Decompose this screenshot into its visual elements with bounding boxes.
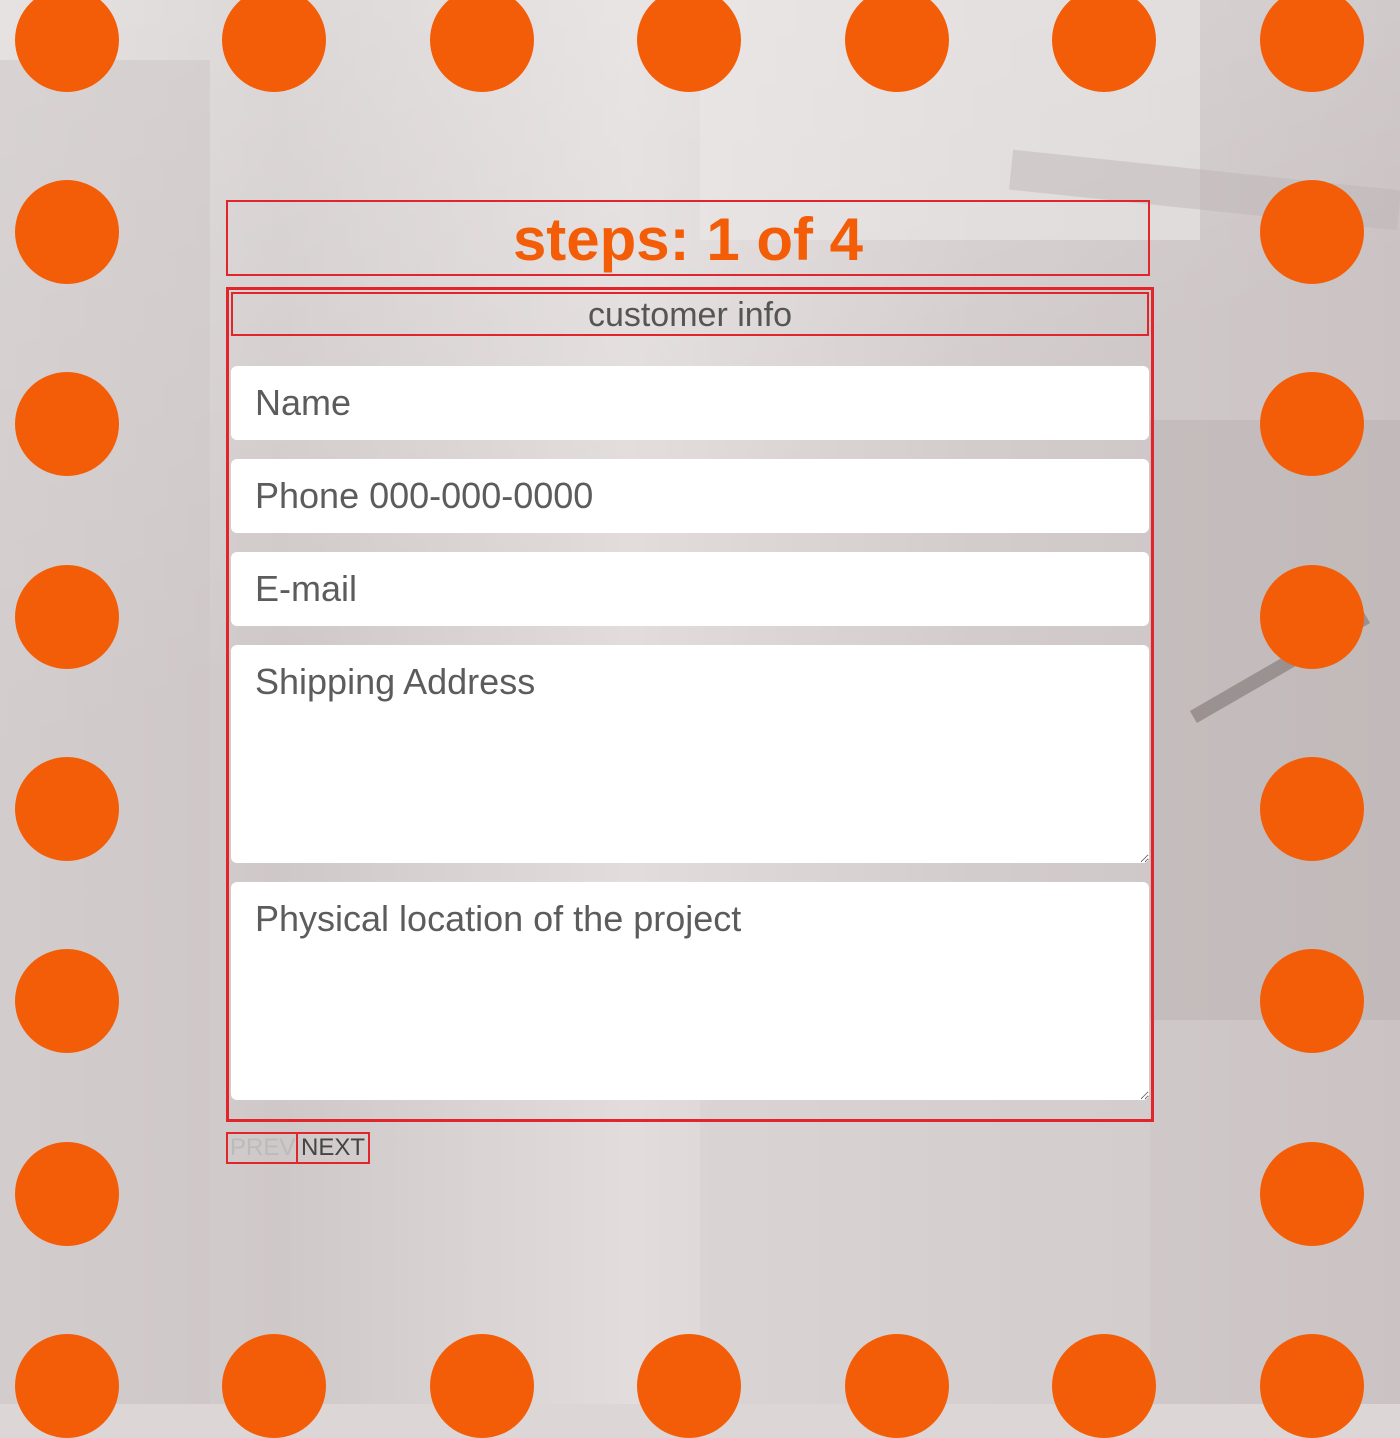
decorative-dot [1260,1142,1364,1246]
name-input[interactable] [231,366,1149,440]
decorative-dot [1260,565,1364,669]
decorative-dot [15,949,119,1053]
shipping-address-textarea[interactable] [231,645,1149,863]
decorative-dot [15,757,119,861]
form-legend: customer info [231,292,1149,336]
decorative-dot [1260,1334,1364,1438]
decorative-dot [1260,949,1364,1053]
phone-input[interactable] [231,459,1149,533]
decorative-dot [1052,1334,1156,1438]
prev-button[interactable]: PREV [226,1132,298,1164]
decorative-dot [15,1142,119,1246]
email-input[interactable] [231,552,1149,626]
steps-title: steps: 1 of 4 [512,206,864,273]
decorative-dot [845,1334,949,1438]
decorative-dot [15,372,119,476]
decorative-dot [1260,372,1364,476]
decorative-dot [1260,180,1364,284]
step-navigation: PREV NEXT [226,1132,370,1164]
project-location-textarea[interactable] [231,882,1149,1100]
steps-header: steps: 1 of 4 [226,200,1150,276]
next-button[interactable]: NEXT [298,1132,370,1164]
decorative-dot [15,1334,119,1438]
decorative-dot [15,180,119,284]
decorative-dot [1260,757,1364,861]
decorative-dot [15,565,119,669]
decorative-dot [637,1334,741,1438]
customer-info-form: customer info [226,287,1154,1122]
decorative-dot [430,1334,534,1438]
decorative-dot [222,1334,326,1438]
